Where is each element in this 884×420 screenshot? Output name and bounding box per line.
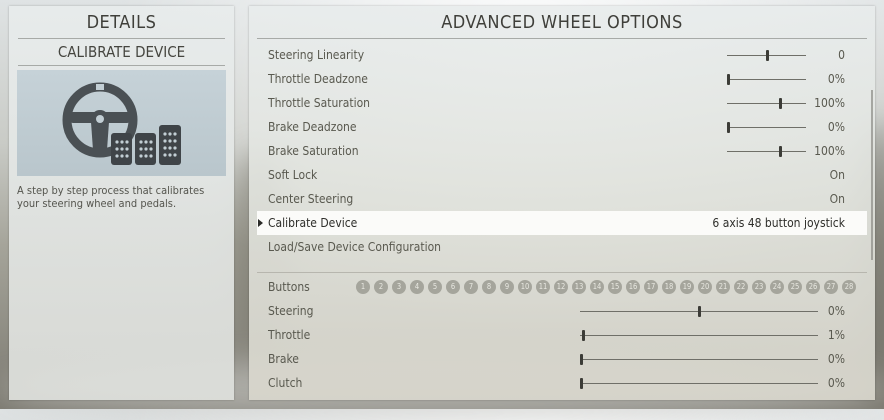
option-slider[interactable] bbox=[727, 79, 806, 80]
option-label: Steering Linearity bbox=[268, 48, 365, 62]
option-row[interactable]: Center Steering On bbox=[257, 187, 867, 211]
button-indicator: 4 bbox=[410, 280, 424, 294]
axis-row: Throttle 1% bbox=[257, 323, 867, 347]
axis-indicator bbox=[580, 354, 583, 365]
button-indicator: 22 bbox=[734, 280, 748, 294]
option-row[interactable]: Load/Save Device Configuration bbox=[257, 235, 867, 259]
option-label: Load/Save Device Configuration bbox=[268, 240, 442, 254]
button-indicator: 13 bbox=[572, 280, 586, 294]
button-indicator: 28 bbox=[842, 280, 856, 294]
buttons-row: Buttons 1 2 3 4 5 6 7 8 9 10 11 12 13 14 15 16 17 18 19 20 21… bbox=[257, 275, 867, 299]
option-label: Throttle Saturation bbox=[268, 96, 371, 110]
input-monitor: Buttons 1 2 3 4 5 6 7 8 9 10 11 12 13 14 15 16 17 18 19 20 21… bbox=[257, 275, 867, 395]
option-row[interactable]: Calibrate Device 6 axis 48 button joystic… bbox=[257, 211, 867, 235]
button-indicator: 27 bbox=[824, 280, 838, 294]
axis-value: 1% bbox=[827, 328, 845, 342]
button-indicator: 11 bbox=[536, 280, 550, 294]
axis-indicator bbox=[582, 330, 585, 341]
option-label: Center Steering bbox=[268, 192, 354, 206]
slider-thumb[interactable] bbox=[727, 122, 730, 133]
button-indicator: 23 bbox=[752, 280, 766, 294]
axis-bar bbox=[580, 359, 818, 360]
button-indicator: 20 bbox=[698, 280, 712, 294]
option-label: Calibrate Device bbox=[268, 216, 358, 230]
details-description: A step by step process that calibrates y… bbox=[17, 184, 205, 210]
button-indicator: 9 bbox=[500, 280, 514, 294]
button-indicator: 16 bbox=[626, 280, 640, 294]
slider-thumb[interactable] bbox=[766, 50, 769, 61]
details-title: DETAILS bbox=[18, 6, 225, 39]
slider-thumb[interactable] bbox=[727, 74, 730, 85]
option-value: On bbox=[829, 192, 845, 206]
button-indicator: 17 bbox=[644, 280, 658, 294]
wheel-pedals-image bbox=[17, 70, 226, 176]
axis-value: 0% bbox=[827, 352, 845, 366]
option-label: Brake Deadzone bbox=[268, 120, 357, 134]
advanced-wheel-options-panel: ADVANCED WHEEL OPTIONS Steering Linearit… bbox=[249, 6, 875, 400]
slider-thumb[interactable] bbox=[779, 146, 782, 157]
option-value: 6 axis 48 button joystick bbox=[712, 216, 845, 230]
axis-indicator bbox=[698, 306, 701, 317]
option-slider[interactable] bbox=[727, 151, 806, 152]
option-slider[interactable] bbox=[727, 127, 806, 128]
button-indicator: 7 bbox=[464, 280, 478, 294]
button-indicator: 18 bbox=[662, 280, 676, 294]
option-value: 0% bbox=[827, 120, 845, 134]
option-row[interactable]: Throttle Deadzone 0% bbox=[257, 67, 867, 91]
option-row[interactable]: Throttle Saturation 100% bbox=[257, 91, 867, 115]
button-indicator: 10 bbox=[518, 280, 532, 294]
axis-label: Clutch bbox=[268, 376, 303, 390]
axis-label: Brake bbox=[268, 352, 299, 366]
button-indicator: 8 bbox=[482, 280, 496, 294]
button-indicator: 19 bbox=[680, 280, 694, 294]
axis-label: Steering bbox=[268, 304, 314, 318]
option-value: On bbox=[829, 168, 845, 182]
option-label: Brake Saturation bbox=[268, 144, 359, 158]
axis-bar bbox=[580, 383, 818, 384]
option-row[interactable]: Steering Linearity 0 bbox=[257, 43, 867, 67]
option-value: 100% bbox=[814, 96, 845, 110]
button-indicator: 5 bbox=[428, 280, 442, 294]
button-indicator: 26 bbox=[806, 280, 820, 294]
options-list: Steering Linearity 0 Throttle Deadzone 0% Th… bbox=[257, 43, 867, 259]
button-indicator: 3 bbox=[392, 280, 406, 294]
button-indicator: 15 bbox=[608, 280, 622, 294]
button-indicator: 6 bbox=[446, 280, 460, 294]
option-row[interactable]: Brake Deadzone 0% bbox=[257, 115, 867, 139]
option-row[interactable]: Soft Lock On bbox=[257, 163, 867, 187]
details-panel: DETAILS CALIBRATE DEVICE A step by step … bbox=[9, 6, 234, 400]
axis-indicator bbox=[580, 378, 583, 389]
option-value: 0 bbox=[838, 48, 845, 62]
slider-thumb[interactable] bbox=[779, 98, 782, 109]
option-label: Soft Lock bbox=[268, 168, 318, 182]
options-title: ADVANCED WHEEL OPTIONS bbox=[257, 6, 867, 39]
buttons-label: Buttons bbox=[268, 280, 310, 294]
axis-row: Steering 0% bbox=[257, 299, 867, 323]
button-indicator: 24 bbox=[770, 280, 784, 294]
details-subtitle: CALIBRATE DEVICE bbox=[18, 39, 225, 66]
option-slider[interactable] bbox=[727, 103, 806, 104]
axis-bar bbox=[580, 335, 818, 336]
selection-arrow-icon bbox=[258, 219, 263, 227]
button-indicator: 2 bbox=[374, 280, 388, 294]
axis-row: Clutch 0% bbox=[257, 371, 867, 395]
option-value: 100% bbox=[814, 144, 845, 158]
button-indicator: 14 bbox=[590, 280, 604, 294]
option-label: Throttle Deadzone bbox=[268, 72, 368, 86]
button-indicator: 21 bbox=[716, 280, 730, 294]
axis-row: Brake 0% bbox=[257, 347, 867, 371]
button-indicator: 1 bbox=[356, 280, 370, 294]
button-indicator: 12 bbox=[554, 280, 568, 294]
divider bbox=[257, 272, 867, 273]
axis-label: Throttle bbox=[268, 328, 311, 342]
option-row[interactable]: Brake Saturation 100% bbox=[257, 139, 867, 163]
option-value: 0% bbox=[827, 72, 845, 86]
button-indicator: 25 bbox=[788, 280, 802, 294]
scrollbar[interactable] bbox=[871, 90, 873, 260]
steering-wheel-icon bbox=[62, 82, 181, 165]
pedals-icon bbox=[111, 125, 181, 165]
axis-value: 0% bbox=[827, 376, 845, 390]
axis-value: 0% bbox=[827, 304, 845, 318]
